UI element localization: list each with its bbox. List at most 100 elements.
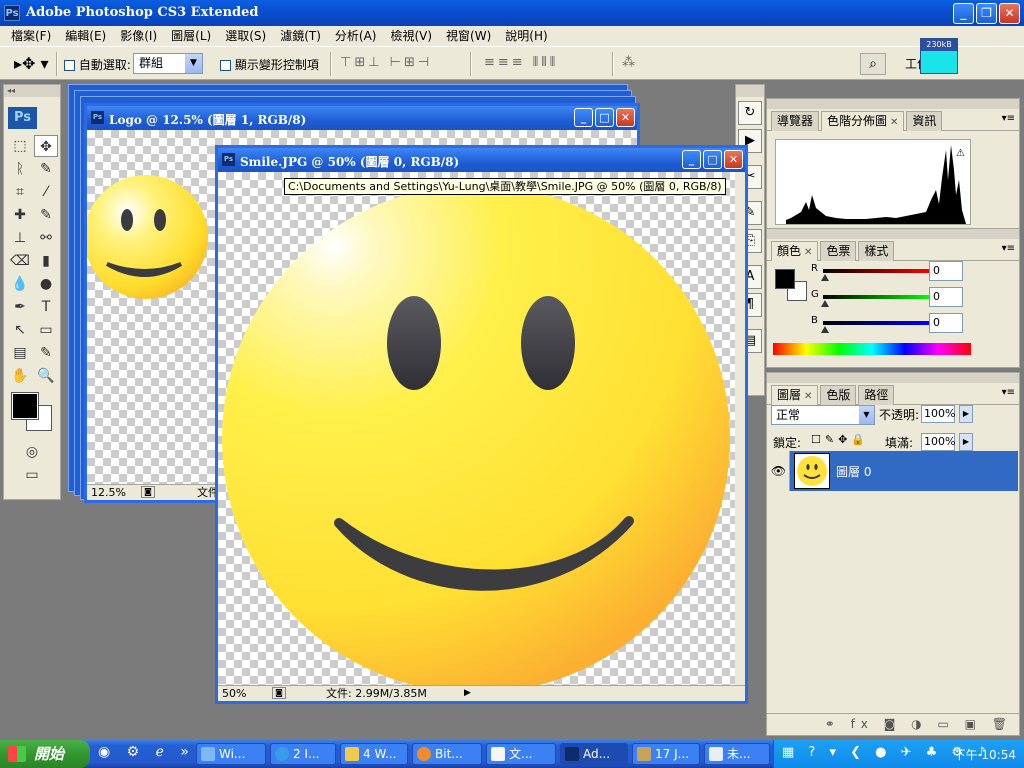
lasso-tool-icon[interactable]: ᚱ [8,158,32,180]
blue-value-field[interactable]: 0 [929,313,963,333]
tab-info[interactable]: 資訊 [906,111,943,131]
blue-slider-thumb[interactable] [821,326,829,333]
taskbar-item[interactable]: 2 I... [270,743,336,765]
foreground-color-swatch[interactable] [11,392,39,420]
green-slider[interactable]: G 0 [811,287,1011,307]
taskbar-item[interactable]: 17 J... [632,743,700,765]
close-icon[interactable]: ✕ [890,117,898,128]
pen-tool-icon[interactable]: ✒ [8,296,32,318]
taskbar-item[interactable]: Wi... [196,743,266,765]
quick-mask-icon[interactable]: ◎ [8,441,56,463]
move-tool-preset-icon[interactable]: ▸✥ ▾ [14,54,50,74]
hand-tool-icon[interactable]: ✋ [8,365,32,387]
taskbar-item[interactable]: 文... [486,743,556,765]
blue-track[interactable] [823,321,931,325]
marquee-tool-icon[interactable]: ⬚ [8,135,32,157]
brush-tool-icon[interactable]: ✎ [34,204,58,226]
gradient-tool-icon[interactable]: ▮ [34,250,58,272]
align-buttons[interactable]: ⊤⊞⊥ ⊢⊞⊣ [340,55,432,70]
green-track[interactable] [823,295,931,299]
menu-file[interactable]: 檔案(F) [4,26,58,46]
panel-menu-icon[interactable]: ▾≡ [1002,113,1015,124]
doc-minimize-button[interactable]: _ [682,150,701,169]
strip-grip[interactable] [736,85,764,97]
clock[interactable]: 下午 10:54 [954,746,1016,763]
panel-menu-icon[interactable]: ▾≡ [1002,243,1015,254]
status-menu-arrow-icon[interactable]: ▶ [464,686,471,701]
screen-mode-icon[interactable]: ▭ [8,464,56,486]
tab-channels[interactable]: 色版 [820,385,857,405]
history-brush-tool-icon[interactable]: ⚯ [34,227,58,249]
minimize-button[interactable]: _ [953,3,974,24]
auto-select-checkbox[interactable] [64,60,75,71]
move-tool-icon[interactable]: ✥ [34,135,58,157]
tab-color[interactable]: 顏色 ✕ [771,241,819,261]
logo-document-titlebar[interactable]: Ps Logo @ 12.5% (圖層 1, RGB/8) _ □ ✕ [87,106,637,130]
crop-tool-icon[interactable]: ⌗ [8,181,32,203]
ps-logo[interactable]: Ps [8,107,37,129]
menu-filter[interactable]: 濾鏡(T) [273,26,328,46]
maximize-button[interactable]: ❐ [976,3,997,24]
panel-grip[interactable] [767,373,1019,383]
distribute-buttons[interactable]: ≡≡≡ ⫴⫴⫴ [484,55,558,70]
bridge-icon[interactable]: ⌕ [860,53,886,75]
color-spectrum-bar[interactable] [773,343,971,355]
green-slider-thumb[interactable] [821,300,829,307]
history-panel-icon[interactable]: ↻ [738,101,762,125]
doc-close-button[interactable]: ✕ [724,150,743,169]
blur-tool-icon[interactable]: 💧 [8,273,32,295]
close-button[interactable]: ✕ [999,3,1020,24]
close-icon[interactable]: ✕ [804,247,812,258]
menu-analysis[interactable]: 分析(A) [328,26,384,46]
fill-field[interactable]: 100% [921,433,955,451]
quick-launch-icons[interactable]: ◉ ⚙ ℯ » [98,744,195,760]
tab-histogram[interactable]: 色階分佈圖 ✕ [821,111,905,131]
layer-row-selected[interactable]: 👁 圖層 0 [768,451,1018,491]
taskbar-item[interactable]: Bit... [412,743,482,765]
smile-document-titlebar[interactable]: Ps Smile.JPG @ 50% (圖層 0, RGB/8) _ □ ✕ [218,148,745,172]
zoom-tool-icon[interactable]: 🔍 [34,365,58,387]
magic-wand-tool-icon[interactable]: ✎ [34,158,58,180]
green-value-field[interactable]: 0 [929,287,963,307]
fill-slider-arrow-icon[interactable]: ▶ [959,433,973,451]
layer-thumbnail[interactable] [794,453,830,489]
doc-close-button[interactable]: ✕ [616,108,635,127]
app-titlebar[interactable]: Ps Adobe Photoshop CS3 Extended _ ❐ ✕ [0,0,1024,26]
red-slider[interactable]: R 0 [811,261,1011,281]
red-value-field[interactable]: 0 [929,261,963,281]
doc-maximize-button[interactable]: □ [595,108,614,127]
foreground-color-swatch[interactable] [775,269,795,289]
layer-name[interactable]: 圖層 0 [836,463,871,480]
rectangle-tool-icon[interactable]: ▭ [34,319,58,341]
doc-maximize-button[interactable]: □ [703,150,722,169]
smile-document-window[interactable]: Ps Smile.JPG @ 50% (圖層 0, RGB/8) _ □ ✕ 5… [215,145,748,704]
tab-navigator[interactable]: 導覽器 [771,111,820,131]
logo-zoom-level[interactable]: 12.5% [91,485,126,500]
menu-select[interactable]: 選取(S) [218,26,273,46]
visibility-eye-icon[interactable]: 👁 [768,451,790,491]
tab-layers[interactable]: 圖層 ✕ [771,385,819,405]
opacity-slider-arrow-icon[interactable]: ▶ [959,405,973,423]
tab-paths[interactable]: 路徑 [858,385,895,405]
menu-edit[interactable]: 編輯(E) [58,26,113,46]
tab-styles[interactable]: 樣式 [858,241,895,261]
blend-mode-dropdown[interactable]: 正常 ▼ [771,405,875,425]
status-icon[interactable]: ◙ [141,486,155,498]
slice-tool-icon[interactable]: ⁄ [34,181,58,203]
red-slider-thumb[interactable] [821,274,829,281]
menu-view[interactable]: 檢視(V) [383,26,439,46]
vertical-scrollbar[interactable] [735,172,745,688]
eraser-tool-icon[interactable]: ⌫ [8,250,32,272]
red-track[interactable] [823,269,931,273]
menu-help[interactable]: 說明(H) [498,26,554,46]
status-icon[interactable]: ◙ [272,687,286,699]
layers-footer-buttons[interactable]: ⚭ fx ◙ ◑ ▭ ▣ 🗑 [767,713,1019,735]
photoshop-icon[interactable]: Ps [4,5,20,21]
smile-zoom-level[interactable]: 50% [222,686,246,701]
tab-swatches[interactable]: 色票 [820,241,857,261]
start-button[interactable]: 開始 [0,740,90,768]
blue-slider[interactable]: B 0 [811,313,1011,333]
healing-brush-tool-icon[interactable]: ✚ [8,204,32,226]
lock-icons[interactable]: ☐✎✥🔒 [811,433,869,446]
menu-layer[interactable]: 圖層(L) [164,26,218,46]
